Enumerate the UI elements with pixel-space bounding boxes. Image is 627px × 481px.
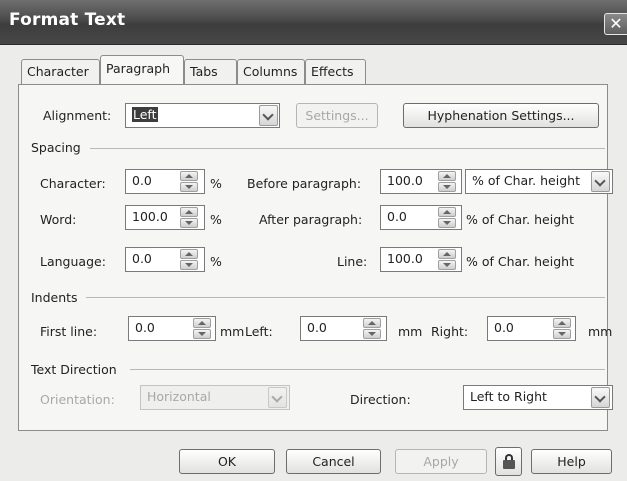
- language-spacing-unit: %: [210, 254, 222, 269]
- before-paragraph-label: Before paragraph:: [247, 176, 362, 191]
- orientation-dropdown-icon[interactable]: [268, 387, 287, 408]
- lock-button[interactable]: [495, 447, 522, 476]
- word-spacing-stepper[interactable]: [180, 207, 198, 228]
- window-title: Format Text: [9, 10, 126, 30]
- lock-icon: [503, 454, 515, 469]
- close-icon[interactable]: ✕: [604, 13, 627, 35]
- text-direction-divider: [130, 369, 605, 370]
- tab-effects[interactable]: Effects: [305, 59, 366, 84]
- word-spacing-label: Word:: [40, 212, 77, 227]
- hyphenation-settings-button[interactable]: Hyphenation Settings...: [403, 103, 599, 128]
- alignment-select[interactable]: Left: [125, 103, 280, 128]
- before-paragraph-unit-dropdown-icon[interactable]: [591, 171, 610, 192]
- language-spacing-stepper[interactable]: [180, 249, 198, 270]
- left-indent-unit: mm: [398, 324, 423, 339]
- first-line-stepper[interactable]: [193, 318, 211, 339]
- after-paragraph-label: After paragraph:: [259, 212, 363, 227]
- after-paragraph-stepper[interactable]: [438, 207, 456, 228]
- cancel-button[interactable]: Cancel: [286, 449, 381, 474]
- spacing-divider: [90, 148, 605, 149]
- direction-label: Direction:: [350, 392, 411, 407]
- first-line-label: First line:: [40, 324, 98, 339]
- left-indent-stepper[interactable]: [363, 318, 381, 339]
- right-indent-unit: mm: [588, 324, 613, 339]
- help-button[interactable]: Help: [531, 449, 612, 474]
- alignment-label: Alignment:: [43, 108, 112, 123]
- line-spacing-stepper[interactable]: [438, 249, 456, 270]
- word-spacing-unit: %: [210, 212, 222, 227]
- first-line-unit: mm: [220, 324, 245, 339]
- text-direction-section-title: Text Direction: [31, 362, 117, 377]
- ok-button[interactable]: OK: [179, 449, 275, 474]
- left-indent-label: Left:: [245, 324, 273, 339]
- direction-dropdown-icon[interactable]: [591, 387, 610, 408]
- character-spacing-unit: %: [210, 176, 222, 191]
- line-spacing-label: Line:: [337, 254, 368, 269]
- tab-paragraph[interactable]: Paragraph: [100, 55, 184, 84]
- tab-tabs[interactable]: Tabs: [184, 59, 237, 84]
- alignment-value: Left: [132, 107, 158, 122]
- indents-divider: [86, 297, 605, 298]
- character-spacing-stepper[interactable]: [180, 171, 198, 192]
- settings-button[interactable]: Settings...: [296, 103, 378, 128]
- alignment-dropdown-icon[interactable]: [259, 105, 278, 126]
- right-indent-stepper[interactable]: [553, 318, 571, 339]
- after-paragraph-unit: % of Char. height: [466, 212, 574, 227]
- spacing-section-title: Spacing: [31, 140, 81, 155]
- before-paragraph-stepper[interactable]: [438, 171, 456, 192]
- line-spacing-unit: % of Char. height: [466, 254, 574, 269]
- right-indent-label: Right:: [431, 324, 469, 339]
- orientation-label: Orientation:: [40, 392, 115, 407]
- character-spacing-label: Character:: [40, 176, 106, 191]
- tab-character[interactable]: Character: [21, 59, 100, 84]
- language-spacing-label: Language:: [40, 254, 106, 269]
- tab-columns[interactable]: Columns: [237, 59, 305, 84]
- indents-section-title: Indents: [31, 290, 78, 305]
- apply-button[interactable]: Apply: [395, 449, 487, 474]
